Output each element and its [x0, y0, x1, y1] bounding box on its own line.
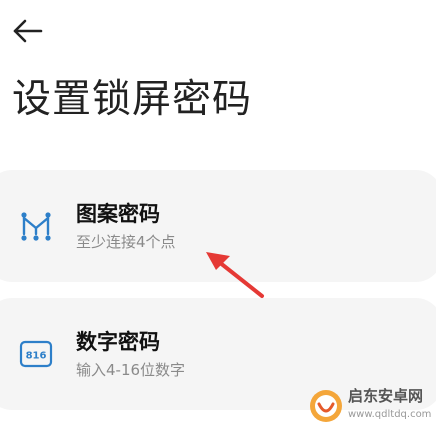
watermark: 启东安卓网 www.qdltdq.com	[308, 384, 432, 428]
page-title: 设置锁屏密码	[12, 77, 253, 122]
pattern-icon	[16, 206, 56, 246]
option-subtitle: 输入4-16位数字	[76, 361, 186, 379]
option-title: 数字密码	[76, 330, 160, 354]
option-subtitle: 至少连接4个点	[76, 233, 176, 251]
arrow-left-icon	[13, 19, 43, 43]
watermark-url: www.qdltdq.com	[348, 409, 432, 420]
back-button[interactable]	[10, 14, 46, 48]
pin-816-icon: 816	[16, 334, 56, 374]
option-pattern-password[interactable]: 图案密码 至少连接4个点	[0, 170, 436, 282]
lock-password-screen: 设置锁屏密码 图案密码 至少连接4个点 816 数字密码 输入4-16位数字 启…	[0, 0, 436, 431]
pin-icon-text: 816	[26, 351, 47, 362]
option-title: 图案密码	[76, 202, 160, 226]
watermark-logo-icon	[310, 390, 342, 422]
watermark-name: 启东安卓网	[348, 387, 424, 405]
